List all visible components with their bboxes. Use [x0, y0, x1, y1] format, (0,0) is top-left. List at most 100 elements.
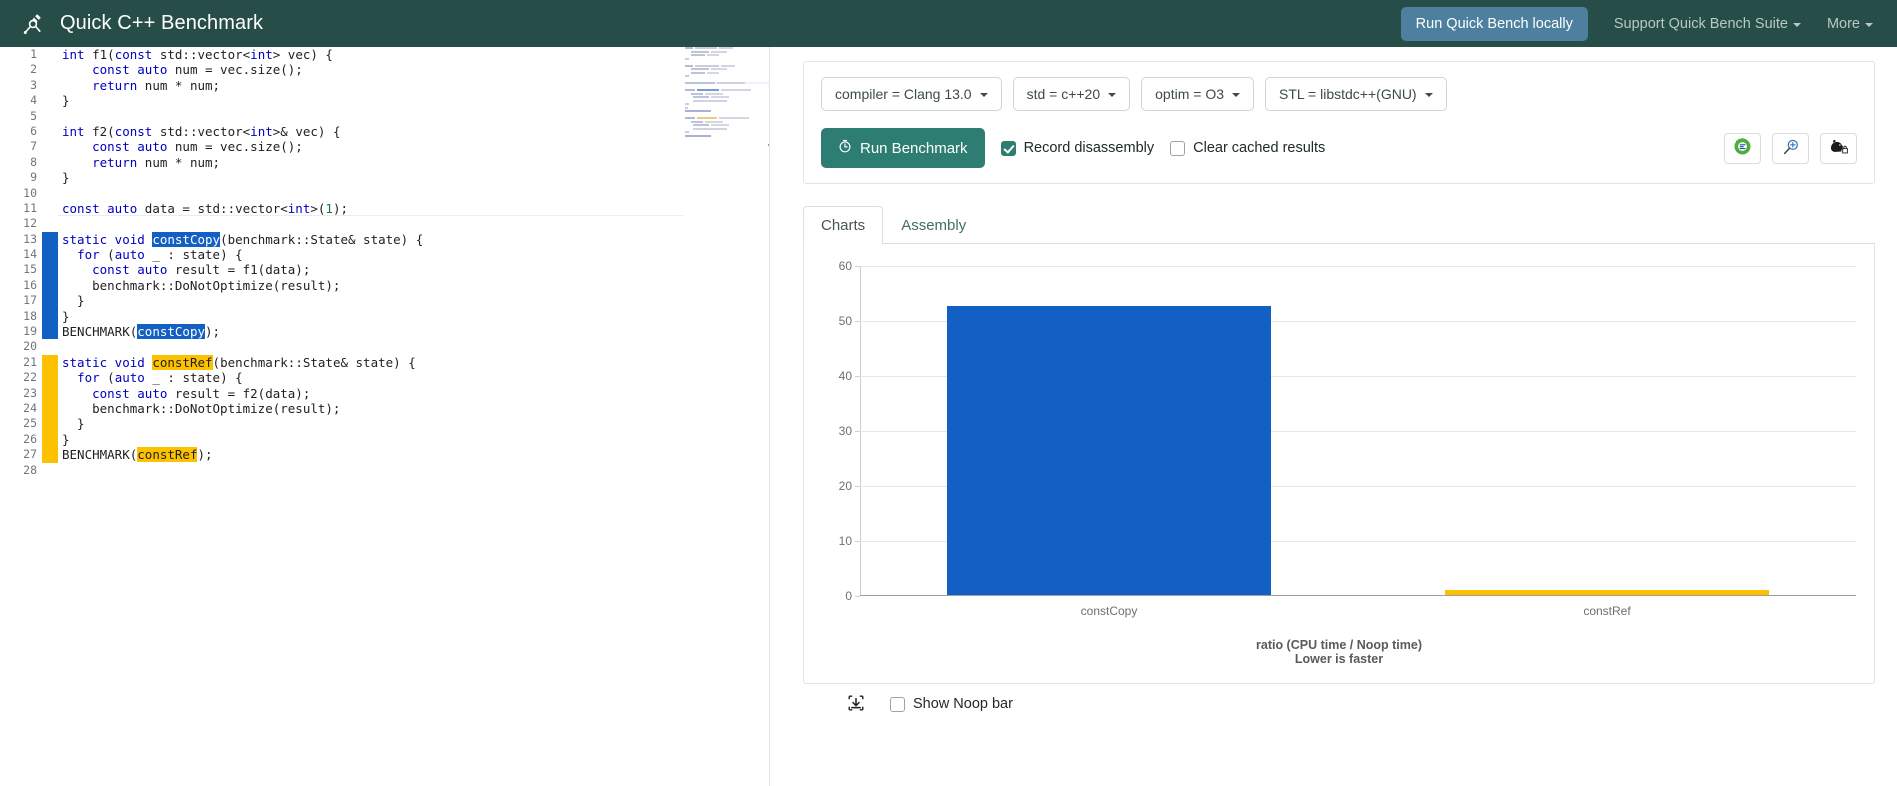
brand[interactable]: Quick C++ Benchmark [22, 11, 263, 37]
benchmark-gutter-marker [42, 308, 58, 325]
x-axis [860, 595, 1856, 596]
code-line[interactable]: 13 static void constCopy(benchmark::State… [0, 231, 769, 248]
pane-resize-handle[interactable] [768, 144, 769, 146]
benchmark-gutter-marker [42, 47, 58, 62]
magnifier-plus-button[interactable] [1772, 132, 1809, 164]
code-line[interactable]: 23 const auto result = f2(data); [0, 385, 769, 401]
chart-caption: ratio (CPU time / Noop time) Lower is fa… [822, 638, 1856, 666]
optim-dropdown-label: optim = O3 [1155, 86, 1225, 102]
code-line[interactable]: 20 [0, 339, 769, 354]
more-menu[interactable]: More [1827, 16, 1873, 32]
run-benchmark-button[interactable]: Run Benchmark [821, 128, 985, 168]
results-pane: compiler = Clang 13.0 std = c++20 optim … [770, 47, 1897, 786]
code-line[interactable]: 6 int f2(const std::vector<int>& vec) { [0, 124, 769, 139]
bar-constCopy[interactable] [947, 306, 1271, 595]
y-axis-tick-label: 10 [838, 534, 852, 548]
download-icon [847, 694, 865, 715]
show-noop-bar-checkbox[interactable]: Show Noop bar [890, 696, 1013, 712]
build-bench-button[interactable] [1820, 132, 1857, 164]
line-number: 2 [30, 62, 37, 77]
build-bench-icon [1828, 137, 1849, 159]
line-number: 24 [23, 400, 37, 415]
navbar-right: Run Quick Bench locally Support Quick Be… [1400, 6, 1873, 41]
code-line[interactable]: 11 const auto data = std::vector<int>(1); [0, 201, 769, 217]
compiler-dropdown[interactable]: compiler = Clang 13.0 [821, 77, 1002, 111]
code-line[interactable]: 10 [0, 186, 769, 201]
code-line[interactable]: 4} [0, 93, 769, 108]
tab-assembly[interactable]: Assembly [883, 206, 984, 244]
code-line[interactable]: 7 const auto num = vec.size(); [0, 139, 769, 154]
code-text: const auto num = vec.size(); [92, 62, 303, 78]
code-line[interactable]: 9} [0, 170, 769, 185]
clear-cached-results-checkbox[interactable]: Clear cached results [1170, 140, 1325, 156]
checkbox-box[interactable] [1170, 140, 1186, 156]
code-text: for (auto _ : state) { [77, 370, 243, 386]
code-line[interactable]: 3 return num * num; [0, 78, 769, 93]
checkbox-box[interactable] [890, 696, 905, 712]
code-line[interactable]: 25 } [0, 416, 769, 432]
code-line[interactable]: 2 const auto num = vec.size(); [0, 62, 769, 77]
benchmark-gutter-marker [42, 416, 58, 432]
line-number: 4 [30, 93, 37, 108]
benchmark-gutter-marker [42, 155, 58, 170]
code-line[interactable]: 21 static void constRef(benchmark::State&… [0, 354, 769, 371]
chart-xlabel: ratio (CPU time / Noop time) [1256, 638, 1422, 652]
y-axis-tick-label: 60 [838, 259, 852, 273]
stl-dropdown[interactable]: STL = libstdc++(GNU) [1265, 77, 1447, 111]
line-number: 15 [23, 262, 37, 277]
line-number: 28 [23, 462, 37, 477]
tab-charts[interactable]: Charts [803, 206, 884, 244]
benchmark-gutter-marker [42, 109, 58, 124]
line-number: 23 [23, 385, 37, 400]
x-axis-label-constRef: constRef [1583, 604, 1631, 618]
record-disassembly-checkbox[interactable]: Record disassembly [1000, 140, 1154, 156]
line-number: 10 [23, 185, 37, 200]
support-quick-bench-suite-menu[interactable]: Support Quick Bench Suite [1614, 16, 1801, 32]
checkbox-box[interactable] [1000, 140, 1016, 156]
std-dropdown-label: std = c++20 [1026, 86, 1101, 102]
bar-constRef[interactable] [1445, 589, 1769, 595]
code-text: static void constCopy(benchmark::State& … [62, 231, 424, 247]
line-number: 27 [23, 447, 37, 462]
std-dropdown[interactable]: std = c++20 [1012, 77, 1131, 111]
code-line[interactable]: 19 BENCHMARK(constCopy); [0, 324, 769, 340]
code-editor-pane[interactable]: 1 int f1(const std::vector<int> vec) {2 c… [0, 47, 770, 786]
code-line[interactable]: 18} [0, 308, 769, 325]
code-line[interactable]: 27 BENCHMARK(constRef); [0, 447, 769, 463]
download-chart-button[interactable] [844, 692, 868, 716]
code-line[interactable]: 16 benchmark::DoNotOptimize(result); [0, 277, 769, 294]
code-line[interactable]: 22 for (auto _ : state) { [0, 370, 769, 386]
line-number: 22 [23, 370, 37, 385]
code-line[interactable]: 8 return num * num; [0, 155, 769, 170]
compiler-explorer-button[interactable] [1724, 132, 1761, 164]
stl-dropdown-label: STL = libstdc++(GNU) [1279, 86, 1417, 102]
compiler-options-row: compiler = Clang 13.0 std = c++20 optim … [821, 77, 1857, 111]
code-line[interactable]: 5 [0, 109, 769, 124]
benchmark-gutter-marker [42, 186, 58, 201]
code-text: } [62, 308, 70, 324]
code-line[interactable]: 26} [0, 431, 769, 448]
y-axis-tick-mark [855, 596, 860, 597]
code-text: int f1(const std::vector<int> vec) { [62, 47, 333, 62]
code-line[interactable]: 17 } [0, 293, 769, 309]
benchmark-gutter-marker [42, 277, 58, 294]
line-number: 16 [23, 277, 37, 292]
code-line[interactable]: 14 for (auto _ : state) { [0, 247, 769, 263]
code-editor[interactable]: 1 int f1(const std::vector<int> vec) {2 c… [0, 47, 769, 478]
microscope-icon [22, 11, 48, 37]
benchmark-gutter-marker [42, 463, 58, 478]
code-line[interactable]: 1 int f1(const std::vector<int> vec) { [0, 47, 769, 62]
optim-dropdown[interactable]: optim = O3 [1141, 77, 1255, 111]
code-line[interactable]: 24 benchmark::DoNotOptimize(result); [0, 400, 769, 417]
run-actions-row: Run Benchmark Record disassembly Clear c… [821, 128, 1857, 168]
code-line[interactable]: 12 [0, 216, 769, 231]
benchmark-gutter-marker [42, 324, 58, 340]
line-number: 13 [23, 231, 37, 246]
benchmark-gutter-marker [42, 354, 58, 371]
code-line[interactable]: 28 [0, 463, 769, 478]
benchmark-gutter-marker [42, 78, 58, 93]
run-quick-bench-locally-button[interactable]: Run Quick Bench locally [1400, 6, 1588, 41]
code-text: } [62, 170, 70, 186]
line-number: 9 [30, 170, 37, 185]
code-line[interactable]: 15 const auto result = f1(data); [0, 262, 769, 278]
